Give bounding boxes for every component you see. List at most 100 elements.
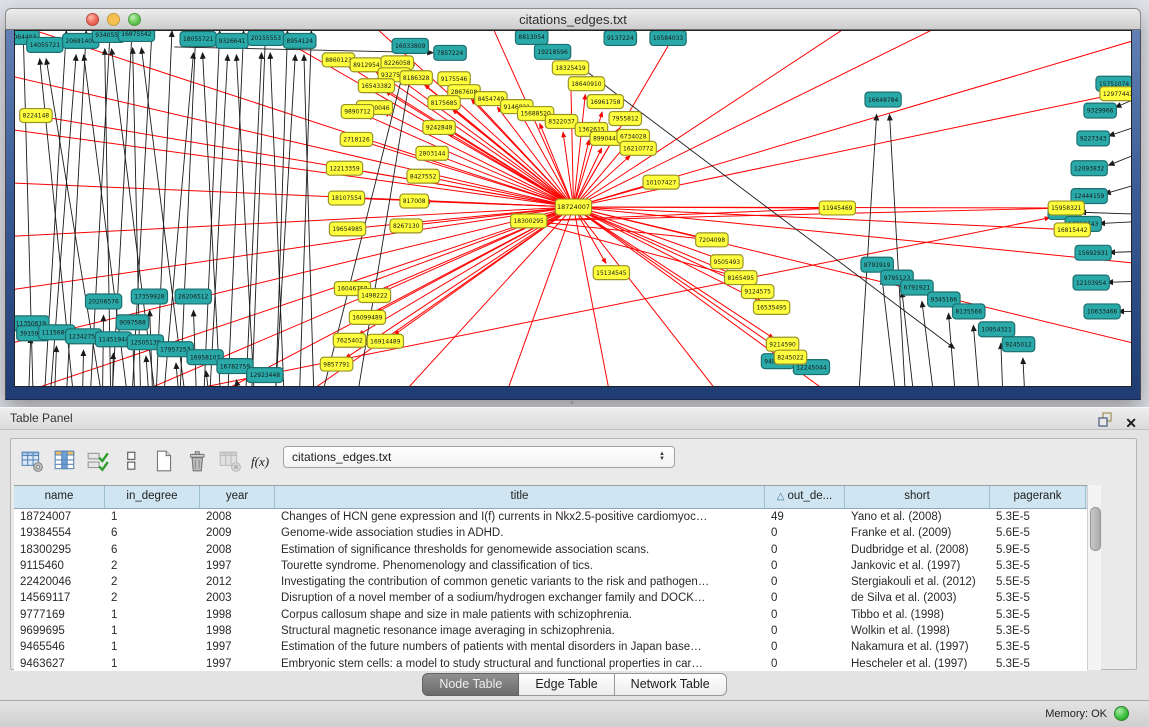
create-column-icon[interactable] — [151, 448, 177, 474]
table-cell[interactable]: 5.3E-5 — [990, 623, 1086, 639]
network-node[interactable]: 18325419 — [552, 61, 588, 75]
network-node[interactable]: 15958321 — [1048, 201, 1084, 215]
table-cell[interactable]: 2008 — [200, 509, 275, 525]
black-edge[interactable] — [1080, 212, 1131, 214]
network-node[interactable]: 16914489 — [367, 334, 403, 348]
network-node[interactable]: 18107554 — [328, 191, 364, 205]
table-cell[interactable]: 19384554 — [14, 525, 105, 541]
window-titlebar[interactable]: citations_edges.txt — [5, 8, 1141, 30]
table-cell[interactable]: 0 — [765, 656, 845, 671]
network-node[interactable]: 2803144 — [416, 146, 448, 160]
table-cell[interactable]: 1997 — [200, 656, 275, 671]
network-node[interactable]: 8322037 — [545, 115, 577, 129]
network-node[interactable]: 8245022 — [774, 350, 806, 364]
table-cell[interactable]: 1997 — [200, 639, 275, 655]
black-edge[interactable] — [902, 291, 913, 386]
black-edge[interactable] — [180, 31, 196, 386]
red-edge[interactable] — [15, 207, 573, 299]
table-cell[interactable]: 1998 — [200, 607, 275, 623]
black-edge[interactable] — [29, 337, 31, 386]
column-header-out_de[interactable]: △out_de... — [765, 486, 845, 508]
network-node[interactable]: 12923448 — [247, 368, 283, 383]
table-cell[interactable]: 1998 — [200, 623, 275, 639]
table-cell[interactable]: Disruption of a novel member of a sodium… — [275, 590, 765, 606]
table-row[interactable]: 1872400712008Changes of HCN gene express… — [14, 509, 1087, 525]
network-node[interactable]: 12213359 — [326, 161, 362, 175]
network-node[interactable]: 11945469 — [819, 201, 855, 215]
table-cell[interactable]: 49 — [765, 509, 845, 525]
tab-edge-table[interactable]: Edge Table — [519, 673, 614, 696]
black-edge[interactable] — [1109, 128, 1131, 135]
network-node[interactable]: 16543382 — [358, 79, 394, 93]
network-node[interactable]: 15134545 — [593, 266, 629, 280]
black-edge[interactable] — [1105, 186, 1131, 194]
red-edge[interactable] — [15, 61, 573, 207]
table-select-dropdown[interactable]: citations_edges.txt ▲▼ — [283, 446, 675, 468]
table-cell[interactable]: 5.5E-5 — [990, 574, 1086, 590]
table-cell[interactable]: 5.3E-5 — [990, 509, 1086, 525]
table-cell[interactable]: 22420046 — [14, 574, 105, 590]
column-header-in_degree[interactable]: in_degree — [105, 486, 200, 508]
network-node[interactable]: 8954124 — [283, 33, 315, 48]
table-cell[interactable]: 0 — [765, 525, 845, 541]
network-node[interactable]: 9326641 — [216, 33, 248, 48]
red-edge[interactable] — [573, 207, 761, 386]
table-cell[interactable]: 2009 — [200, 525, 275, 541]
network-node[interactable]: 7204098 — [696, 233, 728, 247]
black-edge[interactable] — [1109, 252, 1131, 253]
table-cell[interactable]: Estimation of significance thresholds fo… — [275, 542, 765, 558]
network-node[interactable]: 16210772 — [620, 141, 656, 155]
table-cell[interactable]: 9699695 — [14, 623, 105, 639]
network-node[interactable]: 12977443 — [1100, 87, 1131, 101]
black-edge[interactable] — [1099, 222, 1131, 224]
table-cell[interactable]: 1 — [105, 639, 200, 655]
table-cell[interactable]: 2003 — [200, 590, 275, 606]
network-graph[interactable]: 2064403140557212069140693405571687554218… — [15, 31, 1131, 386]
table-cell[interactable]: 5.6E-5 — [990, 525, 1086, 541]
network-node[interactable]: 9175546 — [438, 72, 470, 86]
black-edge[interactable] — [948, 313, 954, 386]
network-canvas[interactable]: 2064403140557212069140693405571687554218… — [14, 30, 1132, 387]
table-cell[interactable]: 0 — [765, 590, 845, 606]
network-node[interactable]: 26206512 — [175, 289, 211, 304]
network-node[interactable]: 9505493 — [711, 255, 743, 269]
table-cell[interactable]: Embryonic stem cells: a model to study s… — [275, 656, 765, 671]
table-cell[interactable]: 0 — [765, 607, 845, 623]
network-node[interactable]: 18055721 — [180, 31, 216, 46]
table-row[interactable]: 969969511998Structural magnetic resonanc… — [14, 623, 1087, 639]
table-row[interactable]: 2242004622012Investigating the contribut… — [14, 574, 1087, 590]
network-node[interactable]: 16875542 — [118, 31, 154, 41]
table-cell[interactable]: Yano et al. (2008) — [845, 509, 990, 525]
table-cell[interactable]: Investigating the contribution of common… — [275, 574, 765, 590]
table-cell[interactable]: 1 — [105, 623, 200, 639]
memory-status-indicator[interactable] — [1114, 706, 1129, 721]
table-cell[interactable]: 0 — [765, 558, 845, 574]
network-node[interactable]: 2718126 — [340, 132, 372, 146]
close-window-button[interactable] — [86, 13, 99, 26]
column-header-name[interactable]: name — [14, 486, 105, 508]
table-cell[interactable]: Nakamura et al. (1997) — [845, 639, 990, 655]
table-cell[interactable]: 0 — [765, 623, 845, 639]
table-cell[interactable]: Corpus callosum shape and size in male p… — [275, 607, 765, 623]
network-node[interactable]: 8186328 — [400, 71, 432, 85]
black-edge[interactable] — [176, 363, 178, 386]
table-cell[interactable]: 6 — [105, 525, 200, 541]
black-edge[interactable] — [859, 115, 876, 386]
table-cell[interactable]: Franke et al. (2009) — [845, 525, 990, 541]
black-edge[interactable] — [890, 115, 905, 386]
network-node[interactable]: 9242848 — [423, 120, 455, 134]
tab-network-table[interactable]: Network Table — [615, 673, 727, 696]
show-columns-icon[interactable] — [52, 448, 78, 474]
network-node[interactable]: 9890712 — [341, 105, 373, 119]
network-node[interactable]: 9245012 — [1002, 337, 1034, 352]
column-header-short[interactable]: short — [845, 486, 990, 508]
red-edge[interactable] — [15, 120, 573, 207]
red-edge[interactable] — [539, 224, 740, 278]
delete-columns-icon[interactable] — [184, 448, 210, 474]
network-node[interactable]: 10954321 — [978, 322, 1014, 337]
table-cell[interactable]: 1 — [105, 607, 200, 623]
table-cell[interactable]: 5.3E-5 — [990, 558, 1086, 574]
table-row[interactable]: 946554611997Estimation of the future num… — [14, 639, 1087, 655]
black-edge[interactable] — [922, 301, 933, 386]
column-header-year[interactable]: year — [200, 486, 275, 508]
